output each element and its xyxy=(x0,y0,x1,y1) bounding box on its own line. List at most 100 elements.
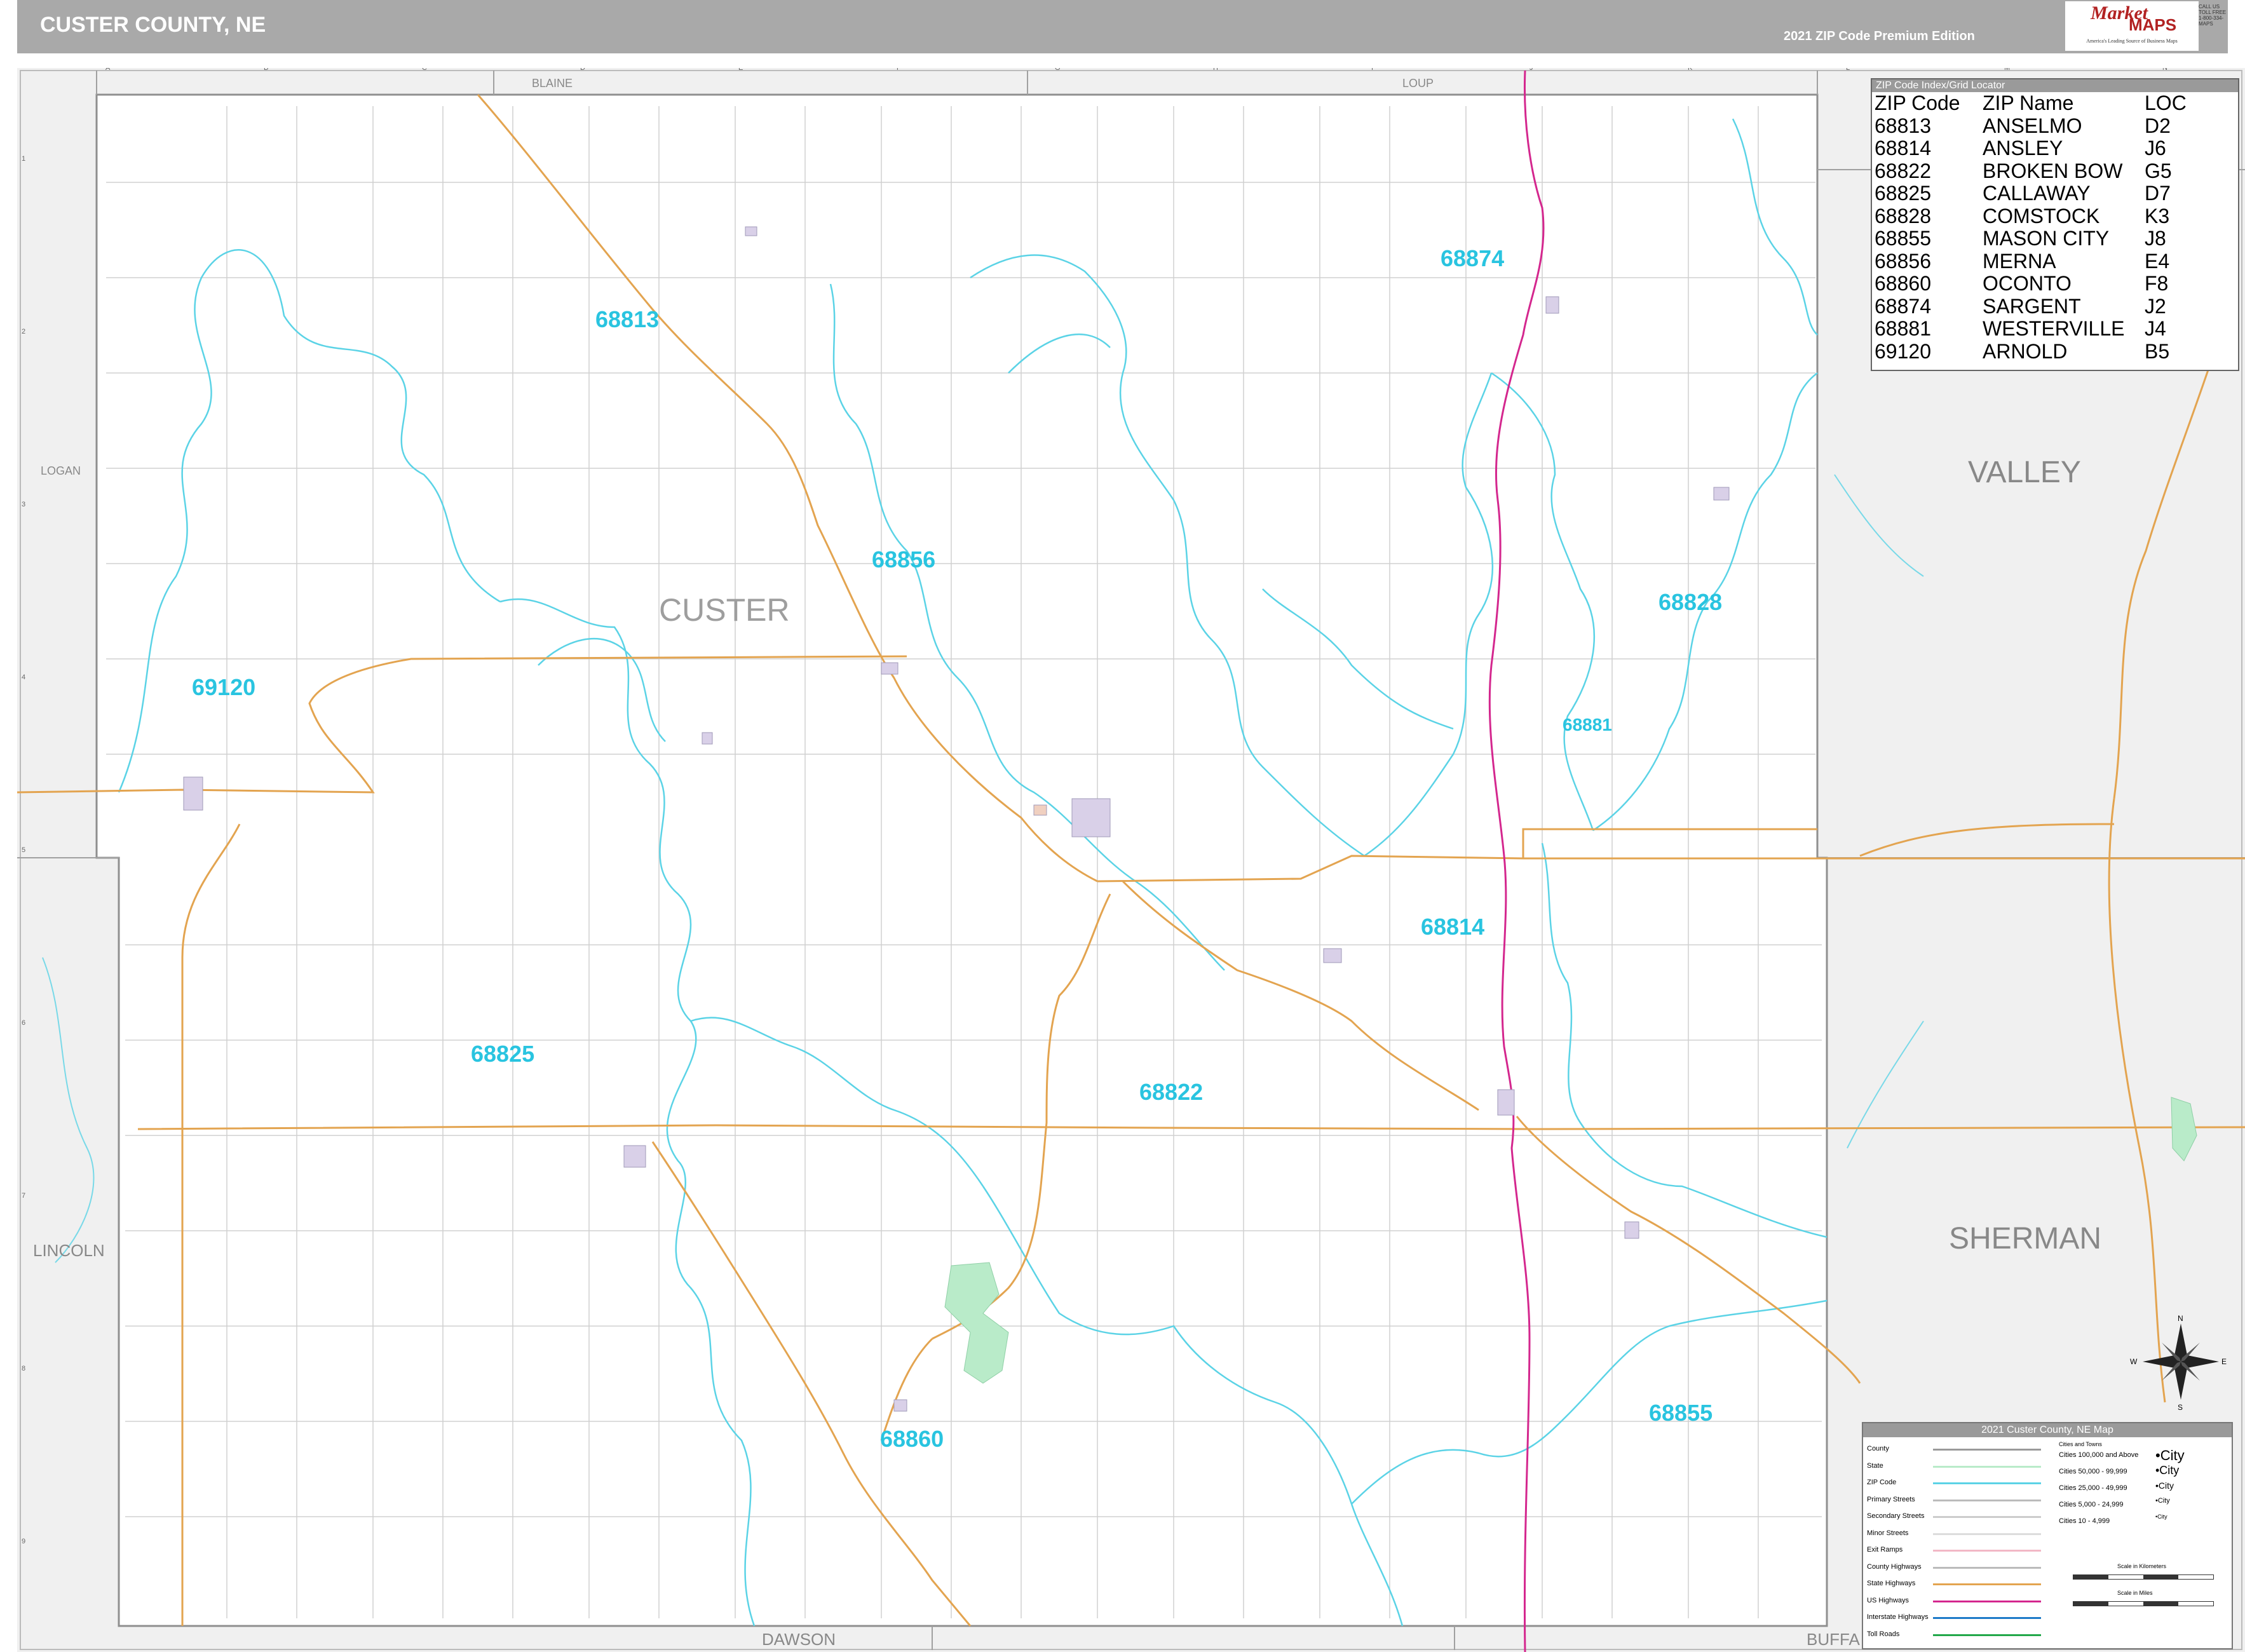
legend-label: US Highways xyxy=(1867,1596,1909,1604)
zip-label-68828: 68828 xyxy=(1658,589,1722,615)
zip-cell: 68814 xyxy=(1875,137,1931,159)
table-row: 69120 ARNOLD B5 xyxy=(1875,339,2208,363)
legend-swatch xyxy=(1933,1566,2041,1569)
loc-cell: J8 xyxy=(2145,227,2166,250)
compass-s: S xyxy=(2178,1403,2183,1412)
grid-col-l: L xyxy=(1846,68,1850,72)
table-row: 68814 ANSLEY J6 xyxy=(1875,137,2208,160)
legend-swatch xyxy=(1933,1449,2041,1451)
zip-cell: 68855 xyxy=(1875,227,1931,250)
neighbor-label-sherman: SHERMAN xyxy=(1949,1222,2101,1256)
table-row: 68813 ANSELMO D2 xyxy=(1875,114,2208,138)
loc-cell: J2 xyxy=(2145,294,2166,318)
grid-col-a: A xyxy=(105,68,111,72)
name-cell: ANSELMO xyxy=(1983,114,2082,137)
legend-city-label: Cities 50,000 - 99,999 xyxy=(2059,1468,2127,1475)
loc-cell: G5 xyxy=(2145,159,2172,182)
scale-mi-label: Scale in Miles xyxy=(2117,1590,2153,1596)
zip-label-68860: 68860 xyxy=(880,1426,944,1452)
grid-row-6: 6 xyxy=(22,1019,25,1027)
zip-cell: 68813 xyxy=(1875,114,1931,137)
grid-col-k: K xyxy=(1688,68,1693,72)
legend-swatch xyxy=(1933,1499,2041,1501)
legend-label: County xyxy=(1867,1445,1889,1452)
locator-col-loc: LOC xyxy=(2145,91,2187,114)
zip-cell: 69120 xyxy=(1875,339,1931,363)
legend-label: Primary Streets xyxy=(1867,1495,1915,1503)
table-row: 68822 BROKEN BOW G5 xyxy=(1875,159,2208,183)
legend-city-sample: •City xyxy=(2155,1480,2174,1491)
legend-label: State xyxy=(1867,1461,1883,1470)
grid-row-4: 4 xyxy=(22,674,25,681)
name-cell: COMSTOCK xyxy=(1983,204,2100,227)
zip-cell: 68822 xyxy=(1875,159,1931,182)
neighbor-label-buffalo: BUFFA xyxy=(1807,1630,1860,1649)
zip-locator-panel: ZIP Code Index/Grid Locator ZIP Code ZIP… xyxy=(1871,78,2239,371)
zip-cell: 68856 xyxy=(1875,249,1931,273)
legend-label: Exit Ramps xyxy=(1867,1546,1903,1554)
grid-row-5: 5 xyxy=(22,846,25,854)
name-cell: ANSLEY xyxy=(1983,137,2063,159)
legend-title: 2021 Custer County, NE Map xyxy=(1863,1423,2232,1437)
legend-city-sample: •City xyxy=(2155,1464,2180,1477)
legend-cities-title: Cities and Towns xyxy=(2059,1441,2102,1447)
table-row: 68855 MASON CITY J8 xyxy=(1875,227,2208,250)
grid-row-9: 9 xyxy=(22,1538,25,1545)
neighbor-label-valley: VALLEY xyxy=(1968,456,2081,489)
grid-col-j: J xyxy=(1529,68,1533,72)
grid-col-f: F xyxy=(897,68,901,72)
locator-header-row: ZIP Code ZIP Name LOC xyxy=(1875,91,2208,115)
zip-label-68874: 68874 xyxy=(1441,245,1504,271)
locator-title: ZIP Code Index/Grid Locator xyxy=(1872,79,2238,92)
table-row: 68828 COMSTOCK K3 xyxy=(1875,205,2208,228)
zip-label-69120: 69120 xyxy=(192,674,255,700)
legend-label: Interstate Highways xyxy=(1867,1613,1929,1621)
map-title: CUSTER COUNTY, NE xyxy=(40,13,266,37)
legend-city-sample: •City xyxy=(2155,1497,2170,1505)
map-header: CUSTER COUNTY, NE 2021 ZIP Code Premium … xyxy=(17,0,2228,53)
neighbor-label-logan: LOGAN xyxy=(41,464,81,477)
zip-cell: 68874 xyxy=(1875,294,1931,318)
table-row: 68881 WESTERVILLE J4 xyxy=(1875,317,2208,341)
name-cell: BROKEN BOW xyxy=(1983,159,2123,182)
legend-city-sample: •City xyxy=(2155,1513,2167,1520)
neighbor-label-loup: LOUP xyxy=(1402,77,1434,90)
zip-cell: 68860 xyxy=(1875,272,1931,295)
table-row: 68825 CALLAWAY D7 xyxy=(1875,182,2208,205)
grid-row-7: 7 xyxy=(22,1192,25,1200)
grid-col-c: C xyxy=(422,68,427,72)
loc-cell: F8 xyxy=(2145,272,2169,295)
logo-maps-text: MAPS xyxy=(2129,15,2177,34)
legend-city-label: Cities 25,000 - 49,999 xyxy=(2059,1484,2127,1492)
grid-row-2: 2 xyxy=(22,328,25,335)
legend-swatch xyxy=(1933,1634,2041,1636)
locator-col-zip: ZIP Code xyxy=(1875,91,1960,114)
zip-label-68825: 68825 xyxy=(471,1041,534,1067)
edition-label: 2021 ZIP Code Premium Edition xyxy=(1784,29,1975,43)
table-row: 68874 SARGENT J2 xyxy=(1875,295,2208,318)
grid-col-n: N xyxy=(2162,68,2167,72)
zip-label-68822: 68822 xyxy=(1139,1079,1203,1105)
locator-table: ZIP Code ZIP Name LOC 68813 ANSELMO D2 688… xyxy=(1875,91,2208,363)
table-row: 68860 OCONTO F8 xyxy=(1875,272,2208,295)
scale-mi-bar xyxy=(2073,1601,2214,1606)
grid-col-i: I xyxy=(1371,68,1373,72)
legend-city-sample: •City xyxy=(2155,1447,2185,1463)
legend-swatch xyxy=(1933,1600,2041,1602)
legend-label: Toll Roads xyxy=(1867,1630,1900,1638)
loc-cell: J4 xyxy=(2145,317,2166,340)
county-boundary xyxy=(95,93,1828,1627)
scale-km-bar xyxy=(2073,1574,2214,1580)
legend-city-label: Cities 10 - 4,999 xyxy=(2059,1517,2110,1525)
compass-n: N xyxy=(2178,1314,2183,1323)
zip-label-68856: 68856 xyxy=(872,546,935,572)
grid-col-d: D xyxy=(580,68,585,72)
map-legend: 2021 Custer County, NE Map County State ZI… xyxy=(1862,1422,2233,1649)
grid-row-8: 8 xyxy=(22,1365,25,1372)
loc-cell: B5 xyxy=(2145,339,2170,363)
legend-swatch xyxy=(1933,1482,2041,1484)
legend-swatch xyxy=(1933,1617,2041,1619)
neighbor-label-dawson: DAWSON xyxy=(762,1630,836,1649)
zip-label-68813: 68813 xyxy=(595,306,659,332)
locator-col-name: ZIP Name xyxy=(1983,91,2074,114)
